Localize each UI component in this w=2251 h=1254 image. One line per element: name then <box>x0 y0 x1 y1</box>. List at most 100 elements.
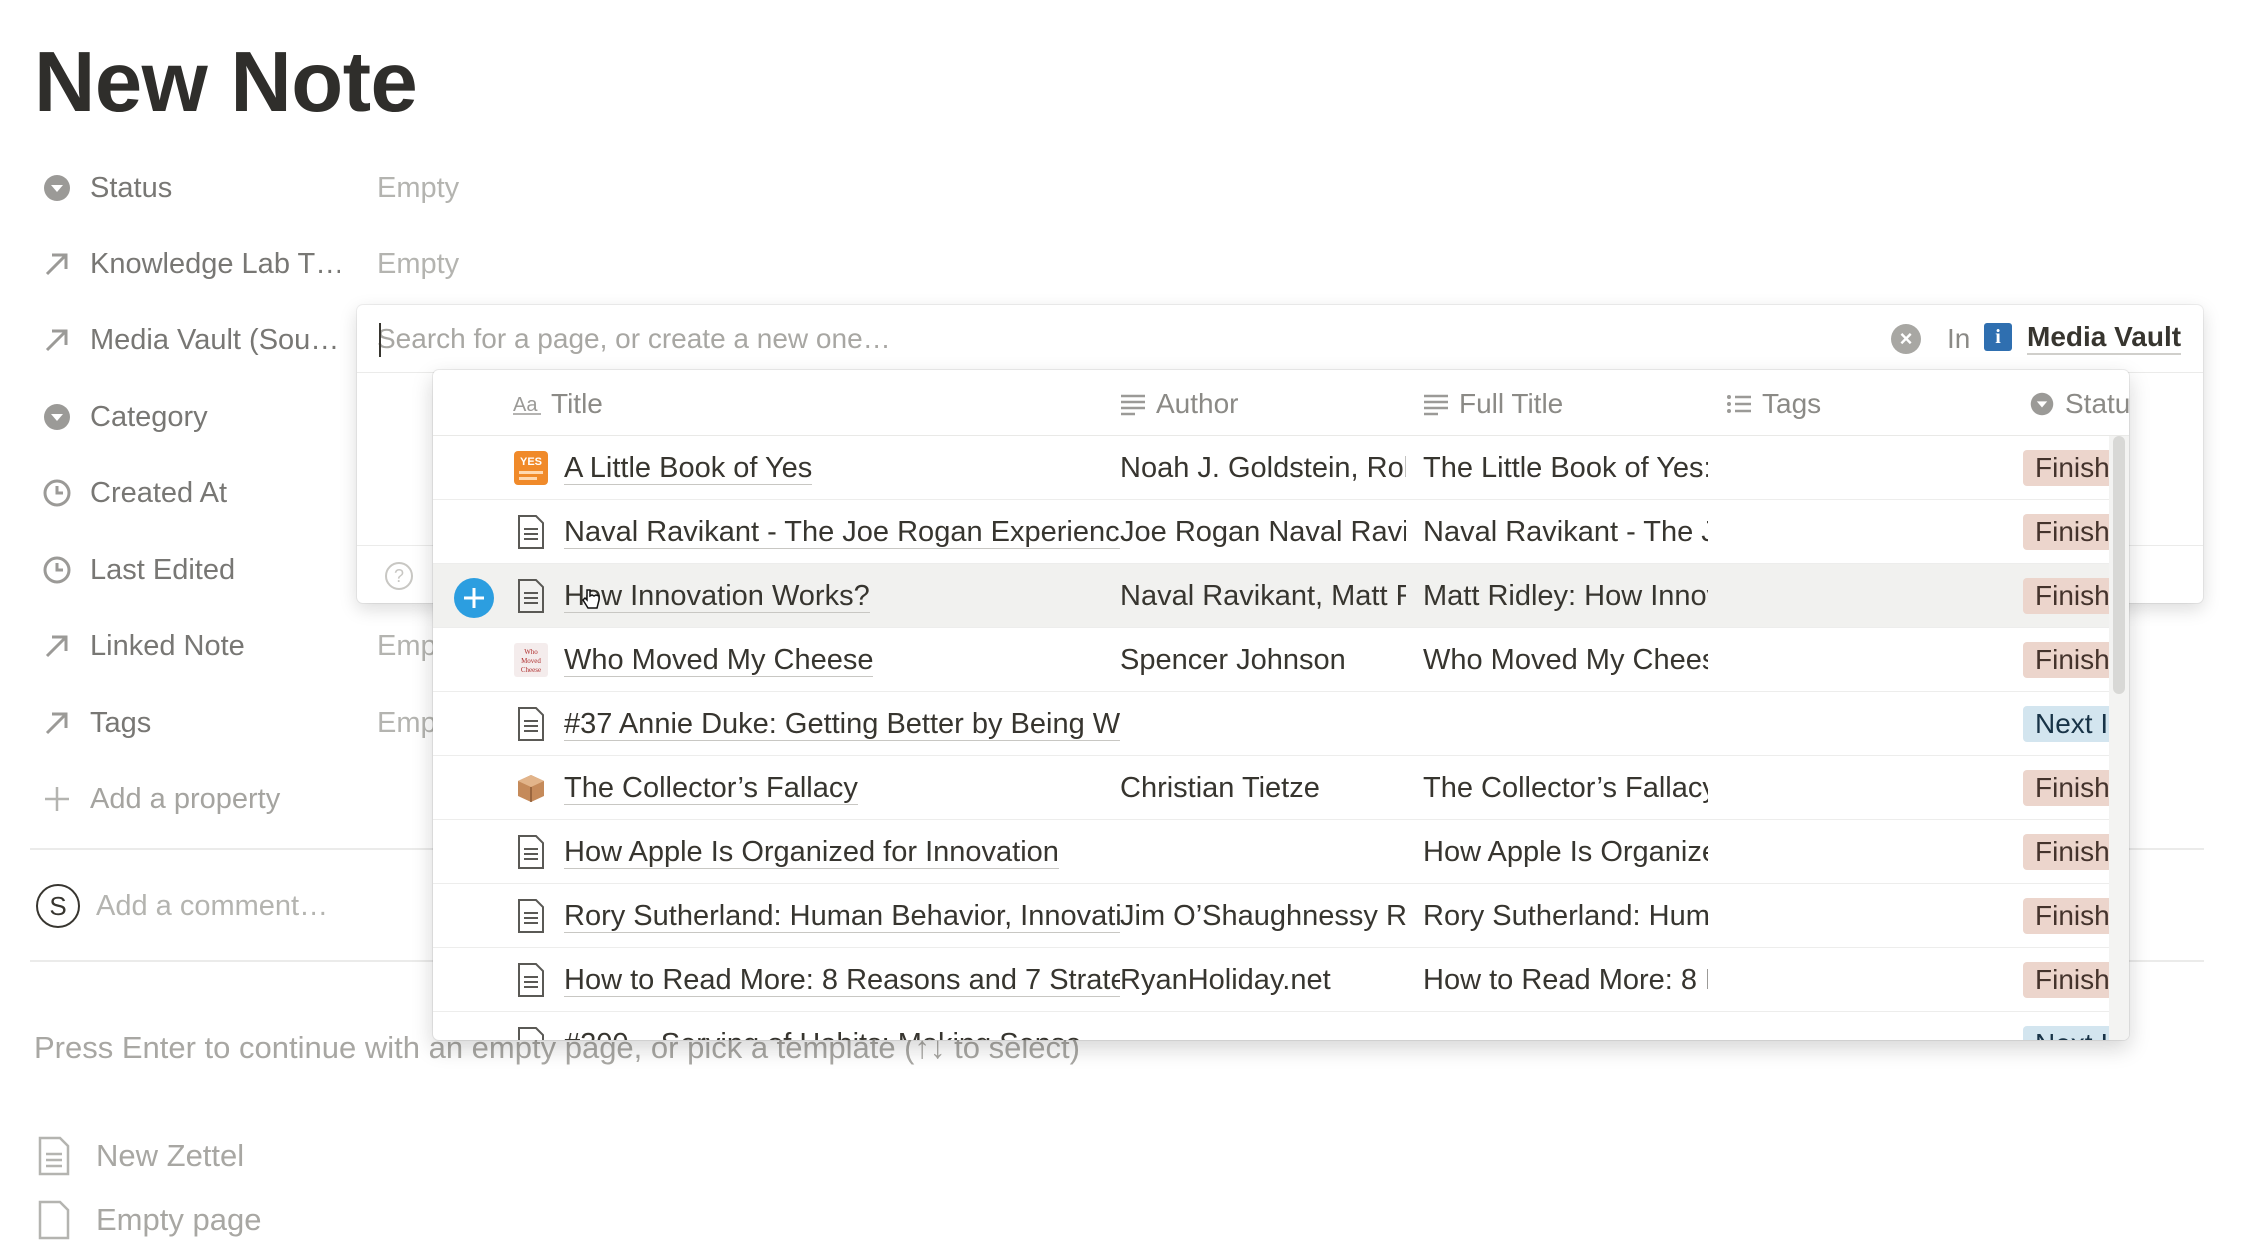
row-author: Spencer Johnson <box>1120 644 1346 676</box>
property-name: Created At <box>90 476 228 509</box>
property-name: Status <box>90 171 173 204</box>
relation-arrow-icon <box>40 629 74 663</box>
template-label: Empty page <box>96 1202 262 1237</box>
row-title[interactable]: A Little Book of Yes <box>564 452 1120 485</box>
row-author: Noah J. Goldstein, Rob <box>1120 452 1406 484</box>
row-author: Christian Tietze <box>1120 772 1320 804</box>
table-row[interactable]: #37 Annie Duke: Getting Better by Being … <box>433 692 2109 756</box>
property-status[interactable]: Status Empty <box>34 158 2204 218</box>
row-title[interactable]: #200 – Serving of Habits: Making Sense <box>564 1028 1120 1040</box>
row-full-title: Matt Ridley: How Innov <box>1423 580 1708 612</box>
page-lines-icon <box>38 1136 70 1176</box>
comment-input[interactable]: Add a comment… <box>96 890 328 923</box>
comment-row[interactable]: S Add a comment… <box>36 884 328 928</box>
row-full-title: How Apple Is Organize <box>1423 836 1708 868</box>
page-icon <box>513 834 549 870</box>
property-value[interactable]: Emp <box>377 707 437 740</box>
row-title[interactable]: Who Moved My Cheese <box>564 644 1120 677</box>
row-title[interactable]: Naval Ravikant - The Joe Rogan Experienc <box>564 516 1120 549</box>
page-icon <box>513 578 549 614</box>
text-lines-icon <box>1120 392 1146 416</box>
clear-search-button[interactable]: × <box>1891 324 1921 354</box>
table-header: Aa Title Author Full Title Tags Statu <box>433 370 2129 436</box>
column-author[interactable]: Author <box>1120 388 1239 420</box>
table-row[interactable]: Rory Sutherland: Human Behavior, Innovat… <box>433 884 2109 948</box>
book-yes-icon: YES <box>513 450 549 486</box>
table-row[interactable]: Naval Ravikant - The Joe Rogan Experienc… <box>433 500 2109 564</box>
database-info-icon: i <box>1984 323 2012 351</box>
plus-icon <box>40 782 74 816</box>
plus-icon <box>464 588 484 608</box>
status-cell: Finish <box>2023 770 2109 808</box>
help-icon[interactable]: ? <box>385 562 413 590</box>
scrollbar[interactable] <box>2109 436 2129 1040</box>
status-cell: Finish <box>2023 578 2109 616</box>
property-name: Media Vault (Sou… <box>90 323 340 356</box>
table-row[interactable]: How Innovation Works? Naval Ravikant, Mat… <box>433 564 2109 628</box>
row-author: RyanHoliday.net <box>1120 964 1331 996</box>
svg-text:Moved: Moved <box>521 657 541 665</box>
status-badge: Next I <box>2023 1026 2109 1040</box>
property-value[interactable]: Empty <box>377 248 459 281</box>
database-selector[interactable]: Media Vault <box>2027 321 2182 355</box>
column-status[interactable]: Statu <box>2029 388 2129 420</box>
page-title[interactable]: New Note <box>34 34 418 132</box>
table-row[interactable]: How to Read More: 8 Reasons and 7 Strate… <box>433 948 2109 1012</box>
add-property-label: Add a property <box>90 782 281 815</box>
status-cell: Finish <box>2023 834 2109 872</box>
svg-text:YES: YES <box>520 456 542 468</box>
status-badge: Finish <box>2023 962 2109 998</box>
row-full-title: Naval Ravikant - The J <box>1423 516 1708 548</box>
table-row[interactable]: How Apple Is Organized for Innovation How… <box>433 820 2109 884</box>
table-row[interactable]: #200 – Serving of Habits: Making Sense Ne… <box>433 1012 2109 1040</box>
template-empty-page[interactable]: Empty page <box>36 1200 261 1240</box>
status-cell: Finish <box>2023 450 2109 488</box>
page-icon <box>513 898 549 934</box>
column-tags[interactable]: Tags <box>1726 388 1821 420</box>
row-full-title: Who Moved My Chees <box>1423 644 1708 676</box>
status-badge: Finish <box>2023 834 2109 870</box>
svg-text:Who: Who <box>524 648 538 656</box>
page-blank-icon <box>38 1200 70 1240</box>
svg-text:Cheese: Cheese <box>521 666 541 674</box>
search-bar: × In i Media Vault <box>357 305 2203 373</box>
row-title[interactable]: How to Read More: 8 Reasons and 7 Strate <box>564 964 1120 997</box>
add-link-button[interactable] <box>454 578 494 618</box>
column-full-title[interactable]: Full Title <box>1423 388 1563 420</box>
status-badge: Finish <box>2023 770 2109 806</box>
hand-cursor-icon <box>581 588 601 610</box>
status-badge: Finish <box>2023 642 2109 678</box>
status-icon <box>2029 391 2055 417</box>
page-icon <box>513 514 549 550</box>
row-title[interactable]: How Innovation Works? <box>564 580 1120 613</box>
row-full-title: How to Read More: 8 F <box>1423 964 1708 996</box>
multi-select-icon <box>1726 392 1752 416</box>
row-full-title: The Little Book of Yes: <box>1423 452 1708 484</box>
row-title[interactable]: The Collector’s Fallacy <box>564 772 1120 805</box>
status-cell: Next I <box>2023 1026 2109 1040</box>
table-row[interactable]: Who Moved Cheese Who Moved My Cheese Spencer… <box>433 628 2109 692</box>
property-knowledge-lab[interactable]: Knowledge Lab T… Empty <box>34 234 2204 294</box>
table-row[interactable]: YES A Little Book of Yes Noah J. Goldstein… <box>433 436 2109 500</box>
box-icon <box>513 770 549 806</box>
table-row[interactable]: The Collector’s Fallacy Christian Tietze T… <box>433 756 2109 820</box>
row-author: Jim O’Shaughnessy Ro <box>1120 900 1406 932</box>
clock-icon <box>40 476 74 510</box>
page-icon <box>513 962 549 998</box>
template-new-zettel[interactable]: New Zettel <box>36 1136 244 1176</box>
status-badge: Next I <box>2023 706 2109 742</box>
relation-arrow-icon <box>40 247 74 281</box>
property-value[interactable]: Emp <box>377 630 437 663</box>
search-input[interactable] <box>377 317 1877 361</box>
column-title[interactable]: Aa Title <box>513 388 603 420</box>
svg-text:Aa: Aa <box>513 394 538 416</box>
property-value[interactable]: Empty <box>377 172 459 205</box>
relation-arrow-icon <box>40 706 74 740</box>
row-title[interactable]: How Apple Is Organized for Innovation <box>564 836 1120 869</box>
row-full-title: The Collector’s Fallacy <box>1423 772 1708 804</box>
scroll-thumb[interactable] <box>2113 436 2125 694</box>
in-label: In <box>1947 323 1971 354</box>
row-title[interactable]: Rory Sutherland: Human Behavior, Innovat… <box>564 900 1120 933</box>
status-cell: Finish <box>2023 898 2109 936</box>
row-title[interactable]: #37 Annie Duke: Getting Better by Being … <box>564 708 1120 741</box>
